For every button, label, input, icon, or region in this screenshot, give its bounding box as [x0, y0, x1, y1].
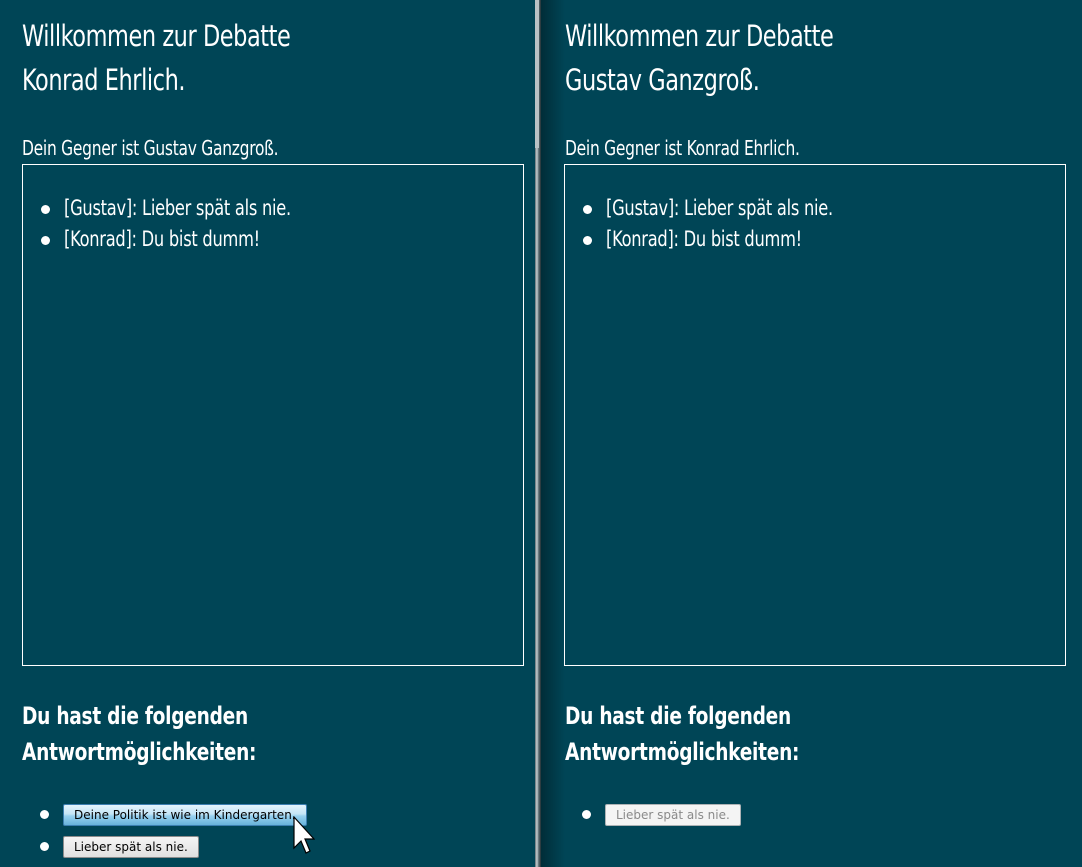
welcome-player-name: Gustav Ganzgroß. — [565, 63, 760, 97]
answer-option-item: Lieber spät als nie. — [40, 836, 307, 867]
debate-message: [Konrad]: Du bist dumm! — [41, 224, 328, 255]
left-window: Willkommen zur Debatte Konrad Ehrlich. D… — [0, 0, 535, 867]
answer-options: Deine Politik ist wie im Kindergarten. L… — [40, 804, 307, 867]
answer-option-item: Lieber spät als nie. — [582, 804, 741, 836]
welcome-title: Willkommen zur Debatte Konrad Ehrlich. — [22, 14, 291, 102]
welcome-title: Willkommen zur Debatte Gustav Ganzgroß. — [565, 14, 834, 102]
answer-button-kindergarten[interactable]: Deine Politik ist wie im Kindergarten. — [63, 804, 307, 826]
scrollbar-thumb[interactable] — [535, 0, 539, 148]
options-heading: Du hast die folgenden Antwortmöglichkeit… — [22, 702, 257, 766]
answer-option-item: Deine Politik ist wie im Kindergarten. — [40, 804, 307, 836]
debate-message: [Gustav]: Lieber spät als nie. — [41, 193, 328, 224]
welcome-line-1: Willkommen zur Debatte — [22, 19, 291, 53]
welcome-player-name: Konrad Ehrlich. — [22, 63, 186, 97]
opponent-label: Dein Gegner ist Konrad Ehrlich. — [565, 136, 800, 160]
debate-message: [Konrad]: Du bist dumm! — [583, 224, 870, 255]
opponent-label: Dein Gegner ist Gustav Ganzgroß. — [22, 136, 279, 160]
debate-message: [Gustav]: Lieber spät als nie. — [583, 193, 870, 224]
welcome-line-1: Willkommen zur Debatte — [565, 19, 834, 53]
debate-log[interactable]: [Gustav]: Lieber spät als nie. [Konrad]:… — [564, 164, 1066, 666]
answer-options: Lieber spät als nie. — [582, 804, 741, 836]
mouse-cursor-icon — [293, 816, 315, 854]
answer-button-lieber-spaet[interactable]: Lieber spät als nie. — [63, 836, 199, 858]
answer-button-lieber-spaet[interactable]: Lieber spät als nie. — [605, 804, 741, 826]
debate-log[interactable]: [Gustav]: Lieber spät als nie. [Konrad]:… — [22, 164, 524, 666]
options-heading: Du hast die folgenden Antwortmöglichkeit… — [565, 702, 800, 766]
right-window: Willkommen zur Debatte Gustav Ganzgroß. … — [541, 0, 1082, 867]
